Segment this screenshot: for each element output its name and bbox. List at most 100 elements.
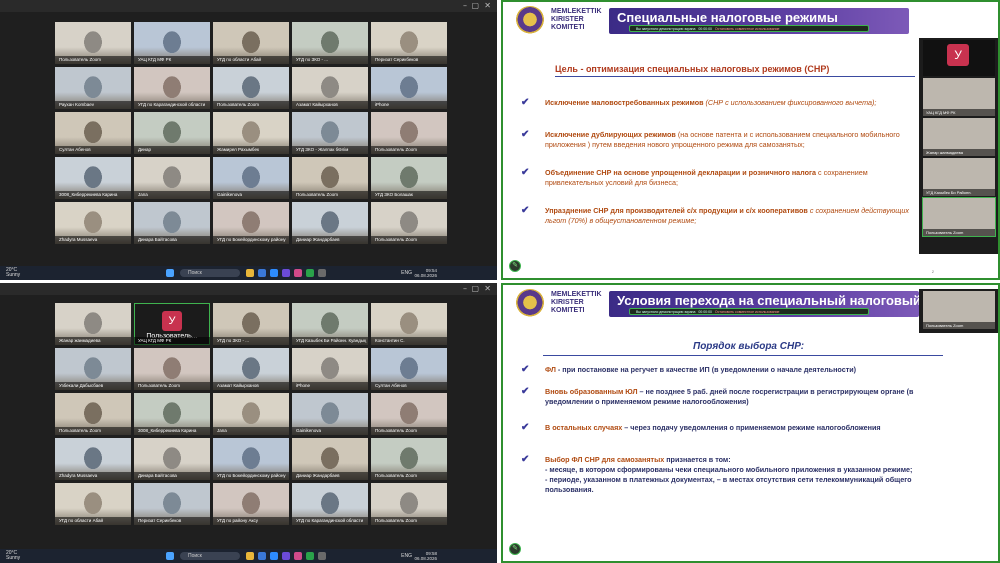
browser-icon[interactable] xyxy=(258,269,266,277)
minimize-icon[interactable]: – xyxy=(463,1,467,10)
taskbar-clock[interactable]: 09:54 06.08.2026 xyxy=(414,268,437,278)
participant-tile[interactable]: Раухан Kombaev xyxy=(55,67,131,109)
participant-tile[interactable]: УГД по Карагандинской области xyxy=(134,67,210,109)
participant-tile[interactable]: Пользователь Zoom xyxy=(213,67,289,109)
participant-tile[interactable]: Пользователь Zoom xyxy=(292,157,368,199)
stop-share-button[interactable]: Остановить совместное использование xyxy=(715,27,780,31)
maximize-icon[interactable]: ▢ xyxy=(471,1,479,10)
participant-tile[interactable]: Zhadyra Mussaeva xyxy=(55,438,131,480)
taskbar-clock[interactable]: 09:58 06.08.2026 xyxy=(414,551,437,561)
folder-icon[interactable] xyxy=(246,269,254,277)
zoom-icon[interactable] xyxy=(270,269,278,277)
participant-tile[interactable]: Жамирел Рахымбек xyxy=(213,112,289,154)
participant-tile[interactable]: УПользователь...УАЦ КГД МФ РК xyxy=(134,303,210,345)
participant-tile[interactable]: 3008_Киберрекиева Карина xyxy=(134,393,210,435)
participant-tile[interactable]: Пользователь Zoom xyxy=(371,438,447,480)
participant-tile[interactable]: Жанар жанмадиева xyxy=(923,118,995,156)
logo-wordmark: MEMLEKETTIK KIRISTER KOMITETI xyxy=(551,8,602,31)
slide-title: Условия перехода на специальный налоговы… xyxy=(617,293,933,308)
participant-tile[interactable]: Пользователь Zoom xyxy=(371,202,447,244)
participant-tile[interactable]: Султан Абенов xyxy=(55,112,131,154)
participant-tile[interactable]: Пользователь Zoom xyxy=(371,393,447,435)
participant-tile[interactable]: Перизат Серикбеков xyxy=(134,483,210,525)
participant-tile[interactable]: Zhadyra Mussaeva xyxy=(55,202,131,244)
participant-tile[interactable]: Gainikenova xyxy=(213,157,289,199)
participant-tile[interactable]: Пользователь Zoom xyxy=(55,22,131,64)
participant-tile[interactable]: Пользователь Zoom xyxy=(371,112,447,154)
participant-tile[interactable]: Султан Абенов xyxy=(371,348,447,390)
participant-tile[interactable]: Пользователь Zoom xyxy=(923,291,995,329)
participant-name: Динара Байтасова xyxy=(134,236,210,244)
start-icon[interactable] xyxy=(166,269,174,277)
participant-tile[interactable]: Динар xyxy=(134,112,210,154)
participant-tile[interactable]: Gainikenova xyxy=(292,393,368,435)
participant-tile[interactable]: У xyxy=(923,40,995,76)
app-icon[interactable] xyxy=(282,269,290,277)
participant-tile[interactable]: Jana xyxy=(134,157,210,199)
participant-tile[interactable]: Перизат Серикбеков xyxy=(371,22,447,64)
participant-tile[interactable]: Даниар Жандарбаев xyxy=(292,202,368,244)
app-icon[interactable] xyxy=(306,552,314,560)
stop-share-button[interactable]: Остановить совместное использование xyxy=(715,310,780,314)
zoom-icon[interactable] xyxy=(270,552,278,560)
participant-tile[interactable]: УГД по Карагандинской области xyxy=(292,483,368,525)
participant-tile[interactable]: УГД по области Абай xyxy=(213,22,289,64)
language-indicator[interactable]: ENG xyxy=(401,553,412,559)
participant-name: Раухан Kombaev xyxy=(55,101,131,109)
participant-tile[interactable]: Пользователь Zoom xyxy=(371,483,447,525)
close-icon[interactable]: ✕ xyxy=(484,1,491,10)
participant-name: Пользователь Zoom xyxy=(292,191,368,199)
start-icon[interactable] xyxy=(166,552,174,560)
close-icon[interactable]: ✕ xyxy=(484,284,491,293)
weather-widget[interactable]: 20°C Sunny xyxy=(6,551,20,561)
app-icon[interactable] xyxy=(294,269,302,277)
participant-tile[interactable]: iPhone xyxy=(292,348,368,390)
participant-tile[interactable]: Даниар Жандарбаев xyxy=(292,438,368,480)
maximize-icon[interactable]: ▢ xyxy=(471,284,479,293)
participant-tile[interactable]: Пользователь Zoom xyxy=(55,393,131,435)
participant-tile[interactable]: УГД по области Абай xyxy=(55,483,131,525)
weather-widget[interactable]: 20°C Sunny xyxy=(6,268,20,278)
participant-tile[interactable]: Jana xyxy=(213,393,289,435)
app-icon[interactable] xyxy=(318,552,326,560)
participant-tile[interactable]: iPhone xyxy=(371,67,447,109)
app-icon[interactable] xyxy=(282,552,290,560)
app-icon[interactable] xyxy=(318,269,326,277)
participant-tile[interactable]: УГД ЗКО Болашак xyxy=(371,157,447,199)
participant-tile[interactable]: Азамат Кайырханов xyxy=(213,348,289,390)
participant-tile[interactable]: Константин С. xyxy=(371,303,447,345)
app-icon[interactable] xyxy=(294,552,302,560)
participant-tile[interactable]: Жанар жанмадиева xyxy=(55,303,131,345)
participant-tile[interactable]: УГД по Бокейординскому району xyxy=(213,202,289,244)
annotate-pen-icon[interactable]: ✎ xyxy=(509,543,521,555)
taskbar-search[interactable]: Поиск xyxy=(180,269,240,277)
participant-tile[interactable]: Узбекали Дабысбаев xyxy=(55,348,131,390)
participant-name: УГД по Карагандинской области xyxy=(134,101,210,109)
list-item: ✔ Выбор ФЛ СНР для самозанятых признаетс… xyxy=(521,455,916,495)
participant-tile[interactable]: УГД по ЗКО - ... xyxy=(213,303,289,345)
participant-tile[interactable]: Динара Байтасова xyxy=(134,202,210,244)
participant-grid: Пользователь Zoom УАЦ КГД МФ РК УГД по обл… xyxy=(55,22,447,244)
annotate-pen-icon[interactable]: ✎ xyxy=(509,260,521,272)
participant-tile[interactable]: УАЦ КГД МФ РК xyxy=(923,78,995,116)
app-icon[interactable] xyxy=(306,269,314,277)
folder-icon[interactable] xyxy=(246,552,254,560)
browser-icon[interactable] xyxy=(258,552,266,560)
participant-tile[interactable]: УГД Казыбек Би Районн. xyxy=(923,158,995,196)
participant-tile[interactable]: УГД ЗКО - Жалпак бӨлім xyxy=(292,112,368,154)
participant-tile[interactable]: УГД по району Аксу xyxy=(213,483,289,525)
participant-tile[interactable]: Азамат Кайырханов xyxy=(292,67,368,109)
participant-tile[interactable]: УГД по Бокейординскому району xyxy=(213,438,289,480)
participant-tile[interactable]: Пользователь Zoom xyxy=(922,197,996,237)
participant-tile[interactable]: УАЦ КГД МФ РК xyxy=(134,22,210,64)
language-indicator[interactable]: ENG xyxy=(401,270,412,276)
zoom-gallery-bottom: – ▢ ✕ Жанар жанмадиеваУПользователь...УА… xyxy=(0,283,497,563)
participant-tile[interactable]: УГД по ЗКО - ... xyxy=(292,22,368,64)
taskbar-search[interactable]: Поиск xyxy=(180,552,240,560)
participant-tile[interactable]: УГД Казыбек Би Районн. Куандық xyxy=(292,303,368,345)
participant-tile[interactable]: 3008_Киберрекиева Карина xyxy=(55,157,131,199)
participant-tile[interactable]: Динара Байтасова xyxy=(134,438,210,480)
minimize-icon[interactable]: – xyxy=(463,284,467,293)
participant-tile[interactable]: Пользователь Zoom xyxy=(134,348,210,390)
participant-name: Перизат Серикбеков xyxy=(371,56,447,64)
